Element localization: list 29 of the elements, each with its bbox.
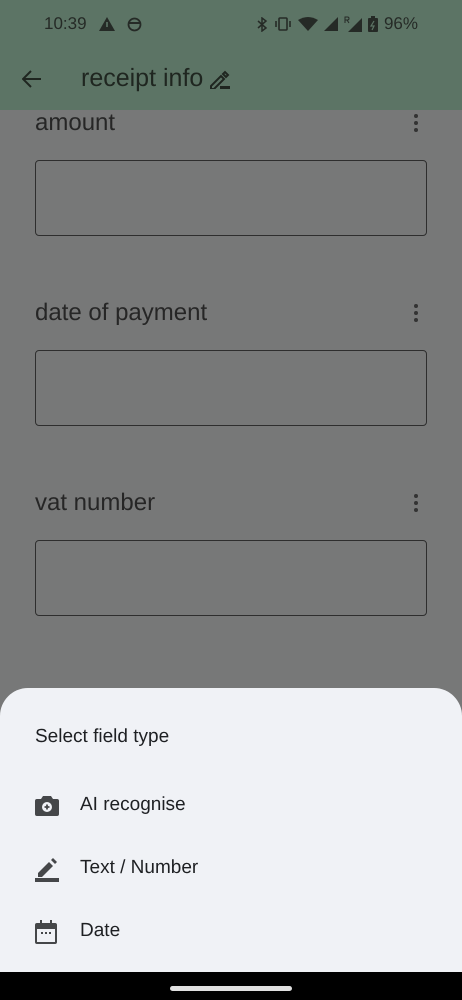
sheet-option[interactable]: Date (35, 900, 427, 963)
input-field[interactable] (35, 350, 427, 426)
roaming-signal-icon (344, 16, 362, 32)
home-handle[interactable] (170, 986, 292, 991)
battery-percentage: 96% (384, 13, 418, 36)
battery-icon (368, 16, 378, 32)
calendar-icon (35, 920, 57, 944)
more-options-button[interactable] (411, 303, 421, 323)
sheet-option[interactable]: Text / Number (35, 837, 427, 900)
bluetooth-icon (256, 16, 268, 32)
camera-icon (35, 794, 59, 816)
signal-icon (324, 17, 338, 31)
field-label: amount (35, 110, 116, 138)
edit-button[interactable] (209, 69, 232, 89)
input-field[interactable] (35, 540, 427, 616)
pencil-icon (35, 856, 59, 882)
field-label: date of payment (35, 298, 208, 328)
wifi-icon (298, 17, 318, 31)
more-options-button[interactable] (411, 113, 421, 133)
more-options-button[interactable] (411, 493, 421, 513)
field-label: vat number (35, 488, 156, 518)
clock: 10:39 (44, 13, 87, 36)
sheet-title: Select field type (35, 725, 170, 749)
vibrate-icon (274, 17, 292, 31)
input-field[interactable] (35, 160, 427, 236)
screen-title: receipt info (81, 63, 204, 94)
back-button[interactable] (22, 69, 42, 89)
warning-icon (98, 17, 115, 31)
sheet-option[interactable]: AI recognise (35, 774, 427, 837)
